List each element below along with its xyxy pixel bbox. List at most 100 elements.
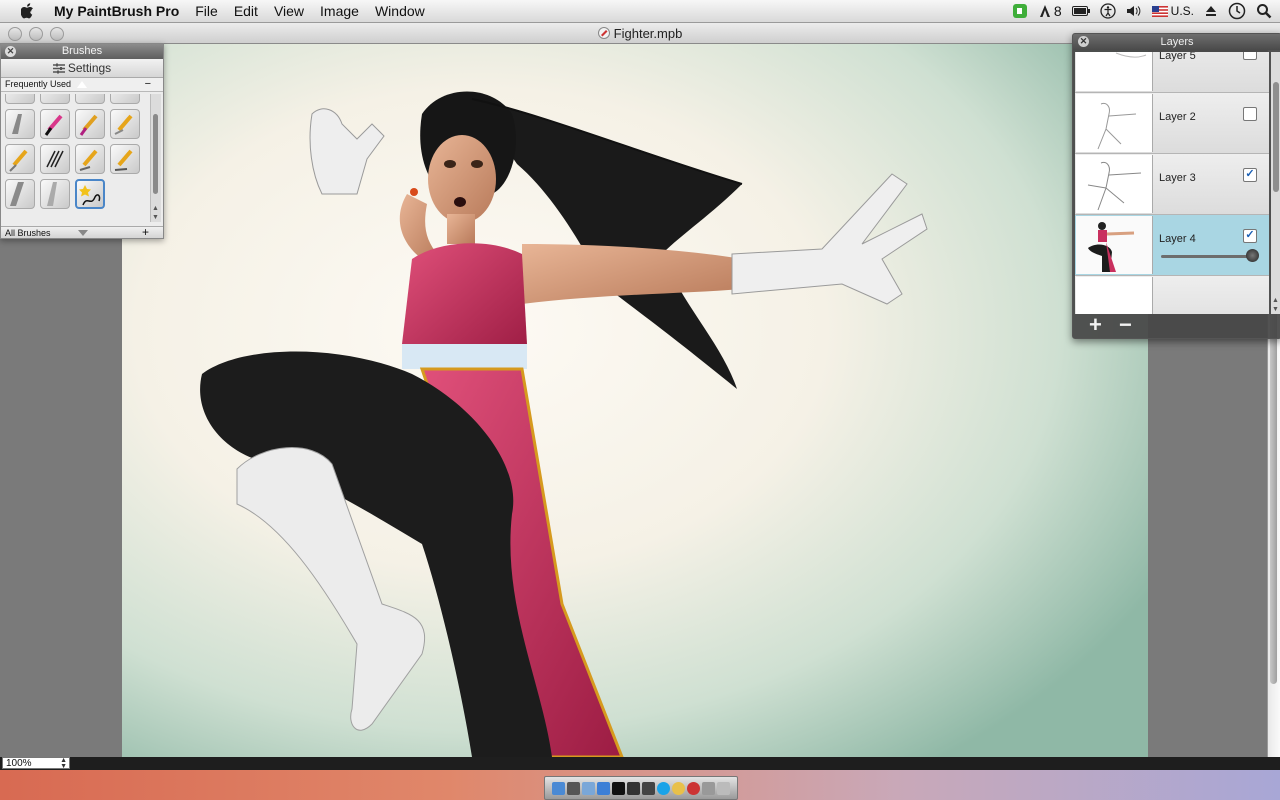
flag-us-icon[interactable]: U.S. (1151, 2, 1194, 20)
apple-menu-icon[interactable] (18, 1, 38, 21)
brush-grid-scrollbar[interactable]: ▲ ▼ (150, 94, 161, 222)
brush-preset[interactable] (110, 94, 140, 104)
menu-bar: My PaintBrush Pro File Edit View Image W… (0, 0, 1280, 23)
adobe-updater-icon[interactable]: 8 (1038, 2, 1062, 20)
layer-visibility-checkbox[interactable] (1243, 52, 1257, 60)
paintbrush-app-icon[interactable] (687, 781, 700, 795)
painting-canvas[interactable] (122, 44, 1148, 757)
add-layer-button[interactable]: + (1089, 314, 1102, 336)
opacity-slider-knob[interactable] (1246, 249, 1259, 262)
document-file-icon (597, 27, 610, 39)
add-brush-button[interactable]: + (142, 226, 149, 238)
brushes-panel-titlebar[interactable]: ✕ Brushes (1, 44, 163, 59)
brush-category-label: Frequently Used (5, 79, 72, 89)
layer-thumbnail (1076, 277, 1153, 314)
layer-name: Layer 5 (1159, 52, 1196, 62)
brush-preset-pencil[interactable] (75, 144, 105, 174)
brush-preset[interactable] (40, 179, 70, 209)
utility-icon[interactable] (702, 781, 715, 795)
layers-panel-titlebar[interactable]: ✕ Layers (1073, 34, 1280, 50)
remove-brush-button[interactable]: − (145, 78, 151, 91)
zoom-stepper-icon[interactable]: ▲ ▼ (60, 757, 67, 770)
layer-visibility-checkbox[interactable] (1243, 107, 1257, 121)
brush-preset[interactable] (40, 94, 70, 104)
terminal-icon[interactable] (612, 781, 625, 795)
activity-monitor-icon[interactable] (627, 781, 640, 795)
brush-library-label[interactable]: All Brushes (5, 228, 51, 238)
brush-grid-scroll-thumb[interactable] (153, 114, 158, 194)
layer-visibility-checkbox[interactable]: ✓ (1243, 168, 1257, 182)
brush-preset-pencil[interactable] (5, 144, 35, 174)
eject-icon[interactable] (1204, 2, 1218, 20)
edit-menu[interactable]: Edit (226, 3, 266, 19)
file-menu[interactable]: File (187, 3, 226, 19)
view-menu[interactable]: View (266, 3, 312, 19)
close-brushes-panel-button[interactable]: ✕ (5, 46, 16, 57)
evernote-icon[interactable] (1012, 2, 1028, 20)
input-source-label: U.S. (1170, 4, 1194, 18)
trash-icon[interactable] (717, 781, 730, 795)
brush-preset-marker[interactable] (75, 109, 105, 139)
volume-icon[interactable] (1126, 2, 1142, 20)
collapse-triangle-icon[interactable] (77, 81, 87, 88)
film-icon[interactable] (642, 781, 655, 795)
layers-scrollbar[interactable]: ▲ ▼ (1271, 52, 1280, 314)
brush-preset[interactable] (5, 109, 35, 139)
layer-thumbnail (1076, 94, 1153, 152)
time-machine-icon[interactable] (1228, 2, 1246, 20)
chrome-icon[interactable] (672, 781, 685, 795)
brushes-panel: ✕ Brushes Settings Frequently Used − ▲ ▼… (0, 43, 164, 239)
scroll-down-arrow-icon[interactable]: ▼ (1272, 306, 1279, 313)
layer-row[interactable]: Layer 3 ✓ (1075, 154, 1269, 215)
brush-preset-hatch[interactable] (40, 144, 70, 174)
skype-icon[interactable] (657, 781, 670, 795)
layer-row[interactable]: Layer 2 (1075, 93, 1269, 154)
layer-row-partial[interactable] (1075, 276, 1269, 314)
brush-preset-selected[interactable] (75, 179, 105, 209)
brush-preset[interactable] (75, 94, 105, 104)
library-dropdown-icon[interactable] (78, 230, 88, 236)
brush-settings-button[interactable]: Settings (1, 59, 163, 78)
layers-panel: ✕ Layers Layer 5 Layer 2 Layer 3 ✓ Layer… (1072, 33, 1280, 339)
layer-row[interactable]: Layer 5 (1075, 52, 1269, 93)
brush-category-header[interactable]: Frequently Used − (1, 78, 163, 92)
layer-name: Layer 4 (1159, 233, 1196, 245)
brush-grid (3, 94, 149, 226)
dock (544, 776, 738, 800)
status-bar: 100% ▲ ▼ (0, 757, 1280, 770)
layer-row-selected[interactable]: Layer 4 ✓ (1075, 215, 1269, 276)
zoom-field[interactable]: 100% ▲ ▼ (2, 757, 70, 770)
layer-thumbnail (1076, 216, 1153, 274)
battery-icon[interactable] (1071, 2, 1090, 20)
layers-scroll-thumb[interactable] (1273, 82, 1279, 192)
layer-name: Layer 2 (1159, 111, 1196, 123)
window-menu[interactable]: Window (367, 3, 433, 19)
brush-preset-marker[interactable] (40, 109, 70, 139)
spotlight-search-icon[interactable] (1256, 2, 1272, 20)
layer-opacity-slider[interactable] (1161, 249, 1259, 262)
layer-name: Layer 3 (1159, 172, 1196, 184)
layer-visibility-checkbox[interactable]: ✓ (1243, 229, 1257, 243)
zoom-value: 100% (6, 758, 32, 769)
mail-icon[interactable] (582, 781, 595, 795)
finder-icon[interactable] (552, 781, 565, 795)
layer-thumbnail (1076, 155, 1153, 213)
brush-library-footer: All Brushes + (1, 226, 163, 238)
scroll-down-arrow-icon[interactable]: ▼ (152, 214, 159, 221)
close-layers-panel-button[interactable]: ✕ (1078, 36, 1089, 47)
updates-count: 8 (1053, 3, 1062, 19)
dashboard-icon[interactable] (567, 781, 580, 795)
app-menu[interactable]: My PaintBrush Pro (54, 3, 187, 19)
brush-preset-pencil[interactable] (110, 109, 140, 139)
remove-layer-button[interactable]: − (1119, 314, 1132, 336)
brush-preset[interactable] (5, 94, 35, 104)
scroll-up-arrow-icon[interactable]: ▲ (152, 205, 159, 212)
brush-settings-label: Settings (67, 61, 112, 75)
safari-icon[interactable] (597, 781, 610, 795)
image-menu[interactable]: Image (312, 3, 367, 19)
brush-preset[interactable] (5, 179, 35, 209)
accessibility-icon[interactable] (1100, 2, 1116, 20)
scroll-up-arrow-icon[interactable]: ▲ (1272, 297, 1279, 304)
brush-preset-pencil[interactable] (110, 144, 140, 174)
layers-panel-footer: + − (1073, 314, 1280, 338)
